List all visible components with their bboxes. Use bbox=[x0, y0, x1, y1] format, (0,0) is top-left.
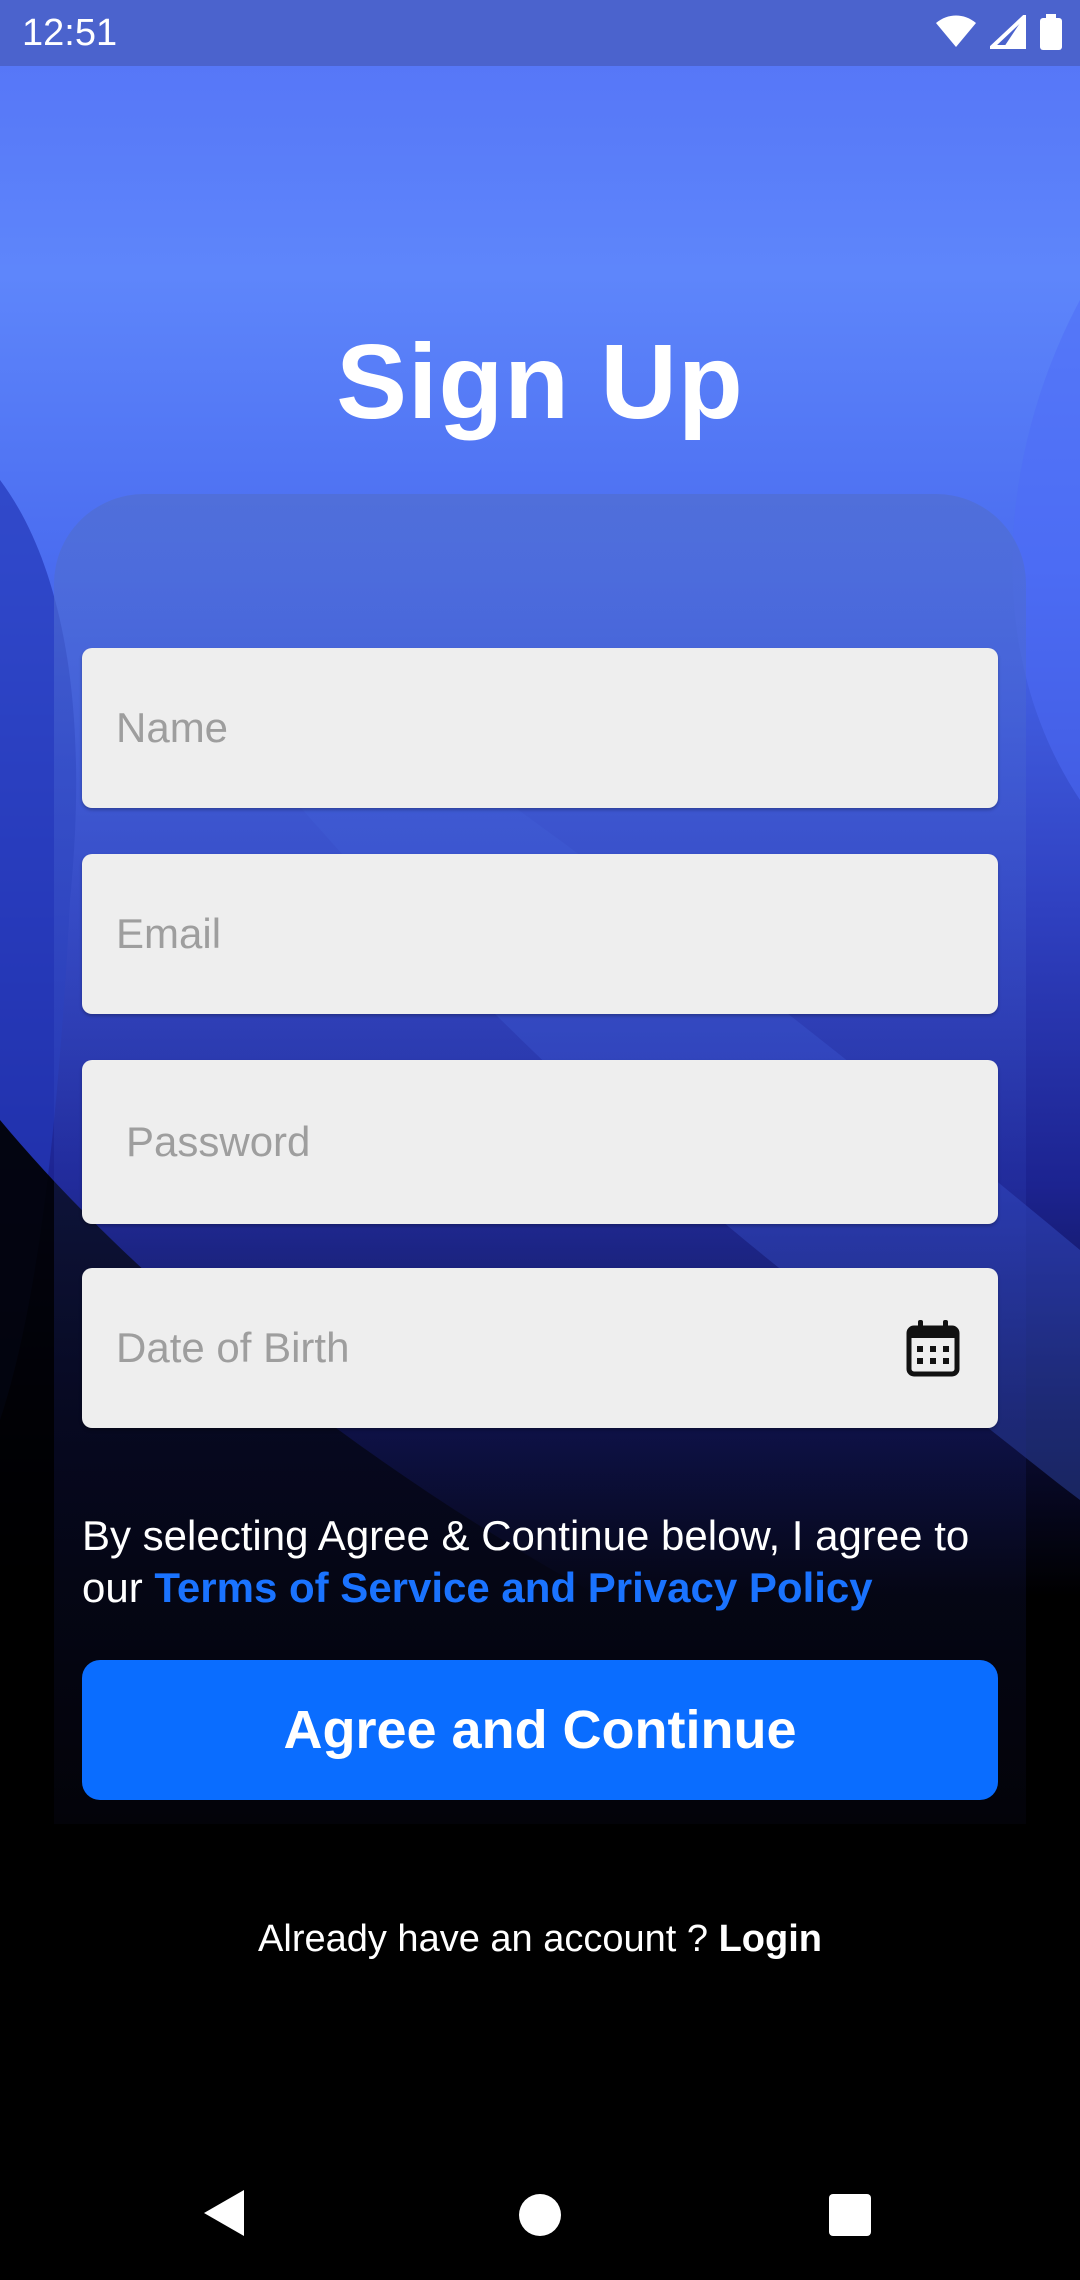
calendar-icon[interactable] bbox=[906, 1320, 960, 1378]
status-time: 12:51 bbox=[22, 12, 118, 54]
battery-icon bbox=[1040, 14, 1062, 50]
agree-continue-button[interactable]: Agree and Continue bbox=[82, 1660, 998, 1800]
login-link[interactable]: Login bbox=[719, 1918, 822, 1960]
recents-icon[interactable] bbox=[829, 2194, 871, 2236]
login-prompt: Already have an account ? Login bbox=[0, 1918, 1080, 1961]
cell-signal-icon bbox=[990, 15, 1026, 49]
name-input[interactable] bbox=[82, 648, 998, 808]
password-field[interactable] bbox=[82, 1060, 998, 1224]
terms-text: By selecting Agree & Continue below, I a… bbox=[82, 1510, 1022, 1614]
dob-field[interactable] bbox=[82, 1268, 998, 1428]
status-bar: 12:51 bbox=[0, 0, 1080, 66]
terms-link[interactable]: Terms of Service and Privacy Policy bbox=[154, 1564, 872, 1611]
back-icon[interactable] bbox=[204, 2190, 244, 2236]
home-icon[interactable] bbox=[519, 2194, 561, 2236]
email-input[interactable] bbox=[82, 854, 998, 1014]
login-prompt-text: Already have an account ? bbox=[258, 1918, 719, 1960]
dob-input[interactable] bbox=[82, 1268, 998, 1428]
password-input[interactable] bbox=[82, 1060, 998, 1224]
system-nav-bar bbox=[0, 2160, 1080, 2280]
status-icons bbox=[936, 14, 1062, 50]
name-field[interactable] bbox=[82, 648, 998, 808]
wifi-icon bbox=[936, 15, 976, 47]
page-title: Sign Up bbox=[336, 323, 744, 441]
email-field[interactable] bbox=[82, 854, 998, 1014]
